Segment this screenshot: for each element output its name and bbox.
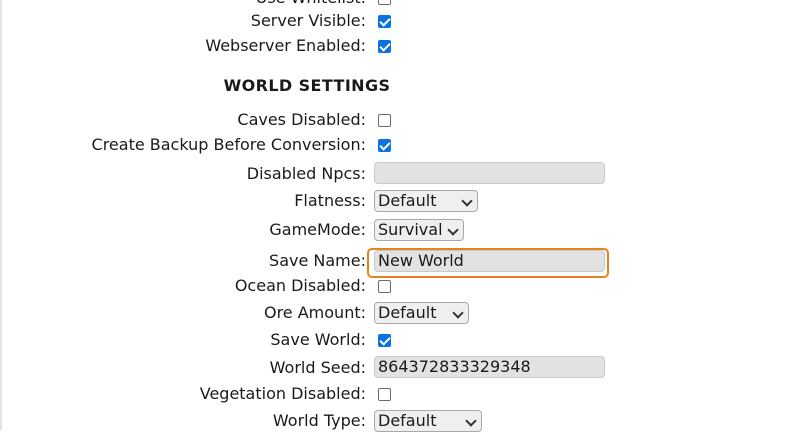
flatness-value: Default	[378, 191, 437, 210]
save-world-checkbox[interactable]	[378, 334, 391, 347]
use-whitelist-checkbox[interactable]	[378, 0, 391, 5]
webserver-enabled-checkbox[interactable]	[378, 40, 391, 53]
save-name-label: Save Name:	[269, 251, 366, 270]
webserver-enabled-label: Webserver Enabled:	[205, 36, 366, 55]
save-name-input[interactable]: New World	[374, 250, 605, 272]
chevron-down-icon	[465, 415, 477, 427]
disabled-npcs-input[interactable]	[374, 162, 605, 184]
flatness-select[interactable]: Default	[374, 190, 478, 212]
chevron-down-icon	[461, 195, 473, 207]
world-type-label: World Type:	[272, 411, 366, 430]
vegetation-disabled-checkbox[interactable]	[378, 388, 391, 401]
vegetation-disabled-label: Vegetation Disabled:	[199, 384, 366, 403]
gamemode-select[interactable]: Survival	[374, 219, 464, 241]
caves-disabled-checkbox[interactable]	[378, 114, 391, 127]
world-seed-label: World Seed:	[269, 358, 366, 377]
disabled-npcs-label: Disabled Npcs:	[246, 164, 366, 183]
gamemode-label: GameMode:	[269, 220, 366, 239]
create-backup-checkbox[interactable]	[378, 139, 391, 152]
panel-left-border	[0, 0, 2, 430]
world-type-value: Default	[378, 411, 437, 430]
create-backup-label: Create Backup Before Conversion:	[91, 135, 366, 154]
use-whitelist-label: Use Whitelist:	[256, 0, 366, 8]
ocean-disabled-label: Ocean Disabled:	[234, 276, 366, 295]
world-settings-heading: WORLD SETTINGS	[223, 76, 391, 95]
ore-amount-value: Default	[378, 303, 437, 322]
caves-disabled-label: Caves Disabled:	[237, 110, 366, 129]
ore-amount-select[interactable]: Default	[374, 302, 469, 324]
save-world-label: Save World:	[270, 330, 366, 349]
chevron-down-icon	[447, 224, 459, 236]
ocean-disabled-checkbox[interactable]	[378, 280, 391, 293]
server-visible-checkbox[interactable]	[378, 15, 391, 28]
flatness-label: Flatness:	[294, 191, 366, 210]
ore-amount-label: Ore Amount:	[263, 303, 366, 322]
gamemode-value: Survival	[378, 220, 443, 239]
world-type-select[interactable]: Default	[374, 410, 482, 432]
world-seed-input[interactable]: 864372833329348	[374, 356, 605, 378]
chevron-down-icon	[452, 307, 464, 319]
server-visible-label: Server Visible:	[250, 11, 366, 30]
